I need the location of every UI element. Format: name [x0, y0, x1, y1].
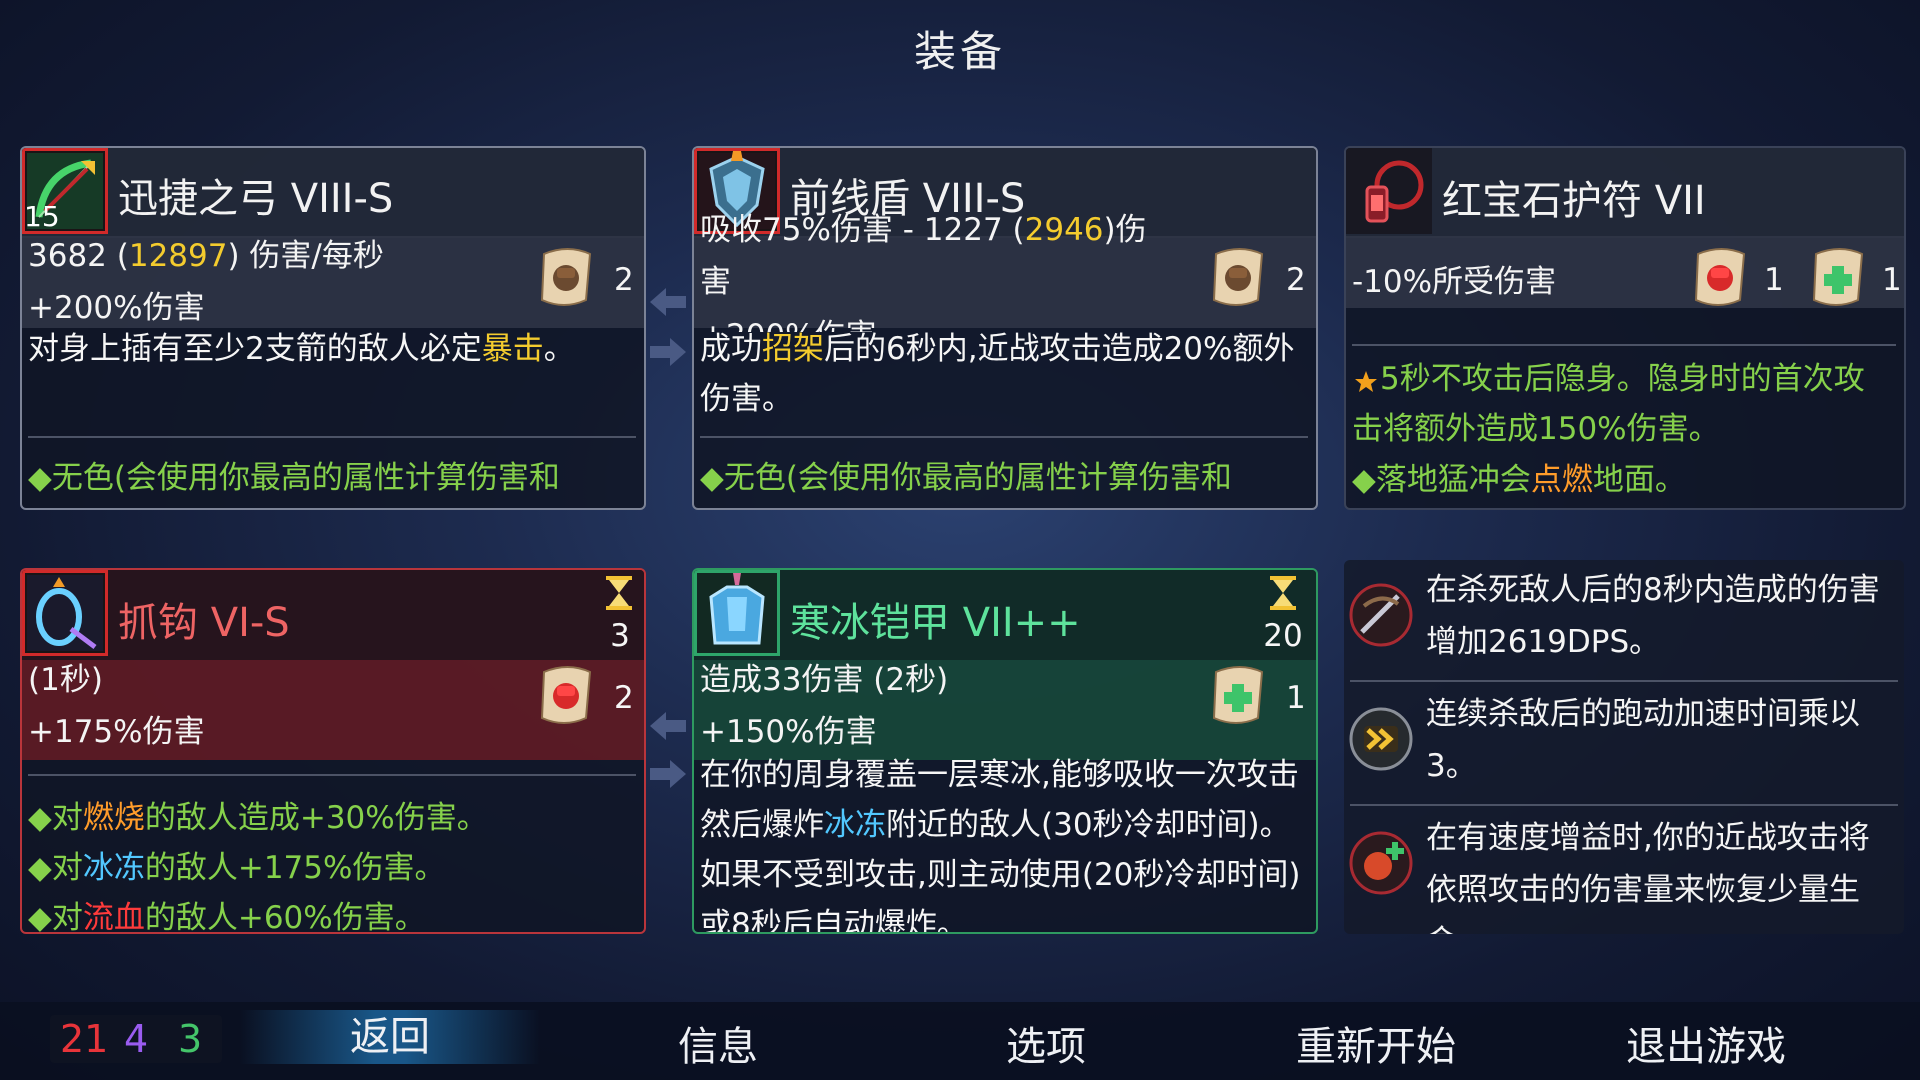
- mutation-item[interactable]: 连续杀敌后的跑动加速时间乘以3。: [1344, 684, 1904, 808]
- item-name: 迅捷之弓 VIII-S: [118, 176, 394, 222]
- mutation-description: 在杀死敌人后的8秒内造成的伤害增加2619DPS。: [1426, 572, 1880, 660]
- screen-title: 装备: [913, 27, 1006, 76]
- restart-button[interactable]: 重新开始: [1226, 1014, 1526, 1072]
- options-button[interactable]: 选项: [896, 1014, 1196, 1072]
- item-card-bow[interactable]: 15 迅捷之弓 VIII-S 3682 (12897) 伤害/每秒 +200%伤…: [20, 146, 646, 510]
- keyword-parry: 招架: [762, 331, 824, 367]
- item-perk-description: 5秒不攻击后隐身。隐身时的首次攻击将额外造成150%伤害。: [1352, 361, 1865, 447]
- item-stat: (1秒): [28, 662, 103, 698]
- scroll-count: 2: [1286, 262, 1306, 298]
- item-description: 成功招架后的6秒内,近战攻击造成20%额外伤害。: [700, 331, 1295, 417]
- scroll-count: 2: [614, 262, 634, 298]
- item-level-badge: 15: [24, 200, 60, 233]
- item-stat: -10%所受伤害: [1352, 264, 1557, 300]
- item-stat: 吸收75%伤害 - 1227 (2946)伤: [700, 212, 1147, 248]
- brutality-scroll-icon: [1694, 248, 1746, 306]
- mutation-description: 在有速度增益时,你的近战攻击将依照攻击的伤害量来恢复少量生命。: [1426, 820, 1870, 934]
- perk-divider: [1350, 804, 1898, 806]
- brutality-scroll-icon: [1212, 248, 1264, 306]
- card-divider: [700, 436, 1308, 438]
- item-card-amulet[interactable]: 红宝石护符 VII -10%所受伤害 1 1 5秒不攻击后隐身。隐身时的首次攻击…: [1344, 146, 1906, 510]
- swap-right-arrow-icon[interactable]: [648, 336, 688, 368]
- item-bonus: +200%伤害: [28, 290, 205, 326]
- keyword-freeze: 冰冻: [824, 807, 886, 843]
- item-name: 抓钩 VI-S: [118, 600, 290, 646]
- stat-scroll-counts: 21 4 3: [50, 1015, 222, 1063]
- speed-perk-icon: [1349, 707, 1413, 771]
- scroll-count: 2: [614, 680, 634, 716]
- cooldown-hourglass-icon: [1270, 576, 1296, 610]
- quit-game-button[interactable]: 退出游戏: [1556, 1014, 1856, 1072]
- brutality-count: 21: [60, 1017, 109, 1061]
- block-damage-value: 2946: [1024, 212, 1104, 248]
- item-card-ice-armor[interactable]: 寒冰铠甲 VII++ 20 造成33伤害 (2秒) +150%伤害 1 在你的周…: [692, 568, 1318, 934]
- tactics-count: 4: [124, 1017, 149, 1061]
- item-stat-wrap: 害: [700, 264, 731, 300]
- cooldown-value: 20: [1263, 618, 1303, 654]
- swap-left-arrow-icon[interactable]: [648, 710, 688, 742]
- item-description: 在你的周身覆盖一层寒冰,能够吸收一次攻击然后爆炸冰冻附近的敌人(30秒冷却时间)…: [700, 757, 1301, 934]
- swap-left-arrow-icon[interactable]: [648, 286, 688, 318]
- item-affix-bleeding: ◆对流血的敌人+60%伤害。: [28, 900, 426, 934]
- item-bonus: +150%伤害: [700, 714, 877, 750]
- crit-damage-value: 12897: [128, 238, 228, 274]
- scroll-count: 1: [1286, 680, 1306, 716]
- item-affix-frozen: ◆对冰冻的敌人+175%伤害。: [28, 850, 446, 886]
- info-button[interactable]: 信息: [568, 1014, 868, 1072]
- perk-divider: [1350, 680, 1898, 682]
- card-header: [22, 570, 644, 660]
- item-stat: 3682 (12897) 伤害/每秒: [28, 238, 384, 274]
- keyword-ignite: 点燃: [1530, 462, 1593, 498]
- item-affix-burning: ◆对燃烧的敌人造成+30%伤害。: [28, 800, 488, 836]
- survival-scroll-count: 1: [1882, 262, 1902, 298]
- mutation-item[interactable]: 在有速度增益时,你的近战攻击将依照攻击的伤害量来恢复少量生命。: [1344, 808, 1904, 934]
- mutation-item[interactable]: 在杀死敌人后的8秒内造成的伤害增加2619DPS。: [1344, 560, 1904, 684]
- card-divider: [28, 436, 636, 438]
- swap-right-arrow-icon[interactable]: [648, 758, 688, 790]
- brutality-scroll-icon: [540, 666, 592, 724]
- cooldown-hourglass-icon: [606, 576, 632, 610]
- amulet-icon: [1346, 148, 1432, 234]
- grappling-hook-icon: [22, 570, 108, 656]
- keyword-crit: 暴击: [481, 331, 544, 367]
- brutality-scroll-icon: [540, 248, 592, 306]
- item-bonus: +175%伤害: [28, 714, 205, 750]
- survival-count: 3: [178, 1017, 203, 1061]
- cooldown-value: 3: [610, 618, 630, 654]
- item-stat: 造成33伤害 (2秒): [700, 662, 949, 698]
- back-button[interactable]: 返回: [240, 1010, 540, 1064]
- item-card-shield[interactable]: 前线盾 VIII-S 吸收75%伤害 - 1227 (2946)伤 害 +200…: [692, 146, 1318, 510]
- item-affix: ◆落地猛冲会点燃地面。: [1352, 462, 1686, 498]
- ice-armor-icon: [694, 570, 780, 656]
- item-name: 红宝石护符 VII: [1442, 178, 1706, 224]
- brutality-scroll-count: 1: [1764, 262, 1784, 298]
- mutations-panel: 在杀死敌人后的8秒内造成的伤害增加2619DPS。 连续杀敌后的跑动加速时间乘以…: [1344, 560, 1904, 934]
- item-description: 对身上插有至少2支箭的敌人必定暴击。: [28, 331, 575, 367]
- mutation-description: 连续杀敌后的跑动加速时间乘以3。: [1426, 696, 1860, 784]
- card-divider: [1352, 344, 1896, 346]
- item-card-grappling-hook[interactable]: 抓钩 VI-S 3 (1秒) +175%伤害 2 ◆对燃烧的敌人造成+30%伤害…: [20, 568, 646, 934]
- item-affix: ◆无色(会使用你最高的属性计算伤害和: [28, 460, 560, 496]
- card-divider: [28, 774, 636, 776]
- survival-scroll-icon: [1812, 248, 1864, 306]
- item-affix: ◆无色(会使用你最高的属性计算伤害和: [700, 460, 1232, 496]
- survival-scroll-icon: [1212, 666, 1264, 724]
- item-name: 寒冰铠甲 VII++: [790, 600, 1081, 646]
- crossbow-perk-icon: [1349, 583, 1413, 647]
- heal-perk-icon: [1349, 831, 1413, 895]
